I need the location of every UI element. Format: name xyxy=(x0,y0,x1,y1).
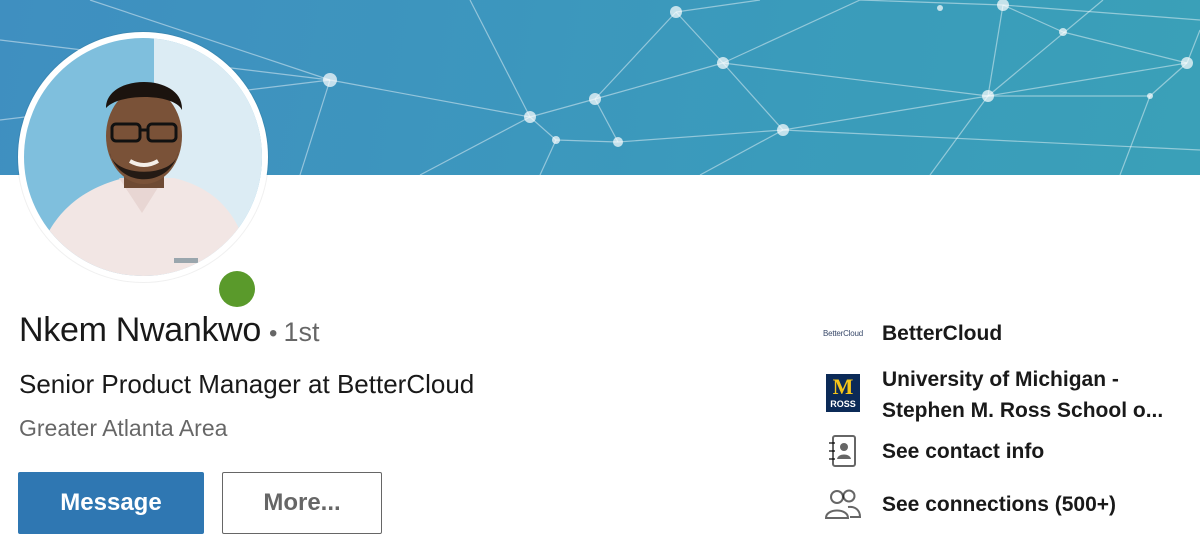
connections-link[interactable]: See connections (500+) xyxy=(822,483,1188,525)
online-dot xyxy=(219,271,255,307)
current-company-label: BetterCloud xyxy=(882,318,1188,349)
ross-logo-m: M xyxy=(832,374,854,399)
michigan-ross-logo: M ROSS xyxy=(826,374,860,412)
people-icon xyxy=(822,483,864,525)
contact-info-text: See contact info xyxy=(882,440,1045,463)
degree-separator: • xyxy=(269,320,278,347)
message-button[interactable]: Message xyxy=(18,472,204,534)
address-book-icon-glyph xyxy=(829,435,856,467)
education-label: University of Michigan - Stephen M. Ross… xyxy=(882,364,1188,426)
profile-name: Nkem Nwankwo xyxy=(19,311,262,349)
company-name: BetterCloud xyxy=(882,322,1003,345)
profile-photo[interactable] xyxy=(18,32,268,312)
profile-headline: Senior Product Manager at BetterCloud xyxy=(19,369,475,399)
education-line-1: University of Michigan - xyxy=(882,368,1119,391)
current-company-link[interactable]: BetterCloud BetterCloud xyxy=(822,312,1188,354)
michigan-ross-logo-icon: M ROSS xyxy=(822,372,864,414)
profile-photo-image xyxy=(24,38,262,276)
bettercloud-logo-icon: BetterCloud xyxy=(822,312,864,354)
address-book-icon xyxy=(822,430,864,472)
contact-info-link[interactable]: See contact info xyxy=(822,430,1188,472)
connections-label: See connections (500+) xyxy=(882,489,1188,520)
profile-location: Greater Atlanta Area xyxy=(19,415,228,441)
connection-degree: 1st xyxy=(283,317,320,347)
more-button[interactable]: More... xyxy=(222,472,382,534)
ross-logo-text: ROSS xyxy=(830,399,856,409)
education-line-2: Stephen M. Ross School o... xyxy=(882,399,1164,422)
online-status-indicator xyxy=(214,266,260,312)
connections-text: See connections (500+) xyxy=(882,493,1117,516)
contact-info-label: See contact info xyxy=(882,436,1188,467)
profile-name-row: Nkem Nwankwo • 1st xyxy=(19,311,319,350)
people-icon-glyph xyxy=(824,489,862,519)
bettercloud-logo-text: BetterCloud xyxy=(822,328,864,338)
education-link[interactable]: M ROSS University of Michigan - Stephen … xyxy=(822,364,1188,426)
